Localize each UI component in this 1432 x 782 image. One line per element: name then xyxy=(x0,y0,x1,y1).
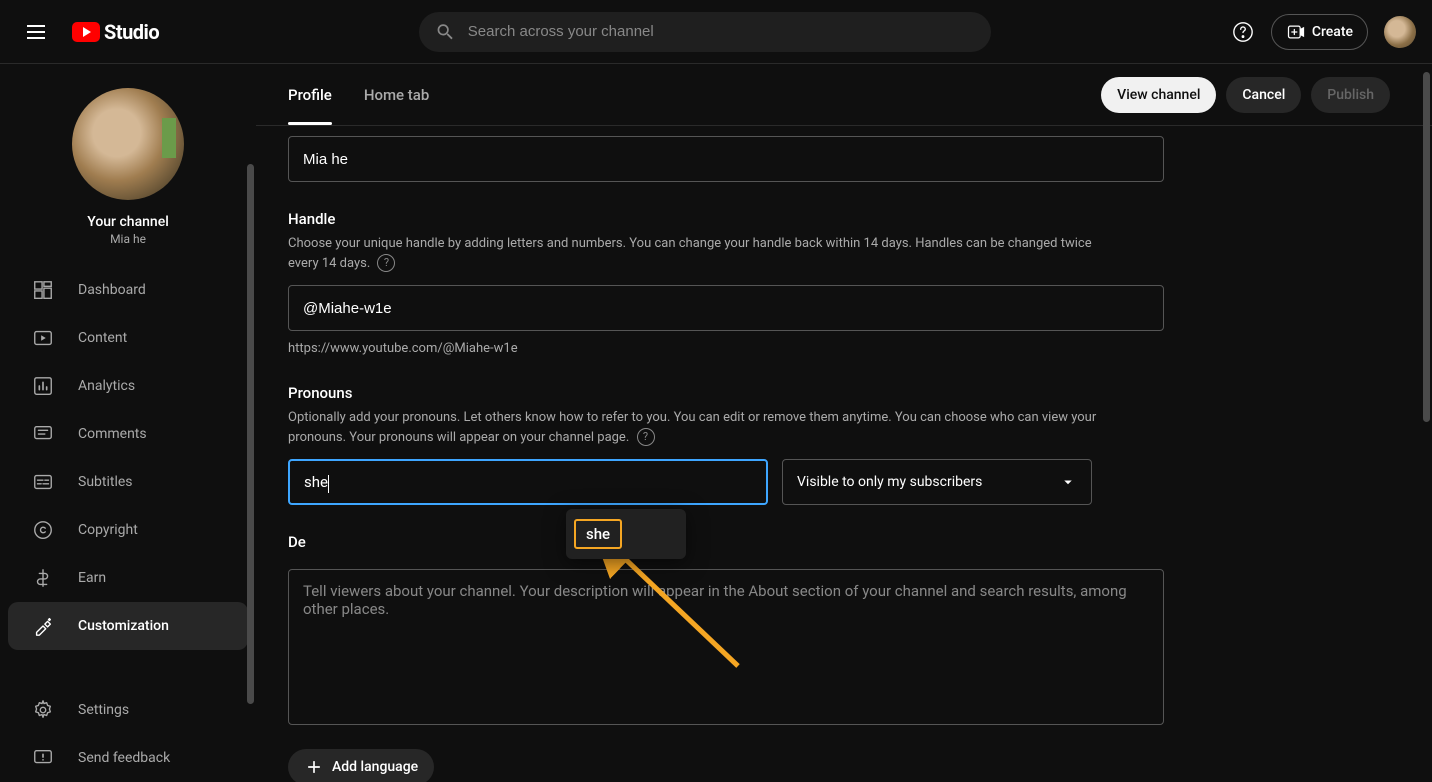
analytics-icon xyxy=(32,375,54,397)
visibility-value: Visible to only my subscribers xyxy=(797,474,982,490)
sidebar-item-analytics[interactable]: Analytics xyxy=(8,362,248,410)
settings-icon xyxy=(32,699,54,721)
avatar[interactable] xyxy=(1384,16,1416,48)
sidebar-item-copyright[interactable]: Copyright xyxy=(8,506,248,554)
help-button[interactable] xyxy=(1223,12,1263,52)
search-input[interactable] xyxy=(468,23,975,40)
your-channel-label: Your channel xyxy=(87,214,169,230)
sidebar-item-comments[interactable]: Comments xyxy=(8,410,248,458)
hamburger-icon xyxy=(27,25,45,39)
plus-icon xyxy=(304,757,324,777)
customization-icon xyxy=(32,615,54,637)
main-content: Profile Home tab View channel Cancel Pub… xyxy=(256,64,1432,782)
nav-label: Customization xyxy=(78,618,169,634)
description-label: De xyxy=(288,533,1124,551)
name-input[interactable] xyxy=(288,136,1164,182)
nav-label: Content xyxy=(78,330,127,346)
youtube-icon xyxy=(72,22,100,42)
pronouns-desc: Optionally add your pronouns. Let others… xyxy=(288,408,1124,447)
tab-profile[interactable]: Profile xyxy=(288,64,332,125)
add-language-button[interactable]: Add language xyxy=(288,749,434,782)
add-language-label: Add language xyxy=(332,759,418,775)
visibility-select[interactable]: Visible to only my subscribers xyxy=(782,459,1092,505)
tab-hometab[interactable]: Home tab xyxy=(364,64,430,125)
create-label: Create xyxy=(1312,24,1353,40)
handle-desc: Choose your unique handle by adding lett… xyxy=(288,234,1124,273)
comments-icon xyxy=(32,423,54,445)
pronouns-label: Pronouns xyxy=(288,384,1124,402)
channel-avatar[interactable] xyxy=(72,88,184,200)
description-textarea[interactable] xyxy=(288,569,1164,725)
nav-label: Comments xyxy=(78,426,147,442)
handle-label: Handle xyxy=(288,210,1124,228)
publish-button: Publish xyxy=(1311,77,1390,113)
sidebar-item-content[interactable]: Content xyxy=(8,314,248,362)
menu-button[interactable] xyxy=(16,12,56,52)
create-icon xyxy=(1286,22,1306,42)
sidebar-item-settings[interactable]: Settings xyxy=(8,686,248,734)
content-icon xyxy=(32,327,54,349)
dropdown-option-she[interactable]: she xyxy=(574,519,622,549)
copyright-icon xyxy=(32,519,54,541)
nav-label: Settings xyxy=(78,702,129,718)
tab-bar: Profile Home tab View channel Cancel Pub… xyxy=(256,64,1432,126)
handle-input[interactable] xyxy=(288,285,1164,331)
pronouns-input[interactable]: she xyxy=(288,459,768,505)
search-icon xyxy=(435,21,456,43)
nav-label: Copyright xyxy=(78,522,138,538)
nav-label: Analytics xyxy=(78,378,135,394)
create-button[interactable]: Create xyxy=(1271,14,1368,50)
channel-name: Mia he xyxy=(110,232,146,246)
pronouns-dropdown: she xyxy=(566,509,686,559)
chevron-down-icon xyxy=(1059,473,1077,491)
dashboard-icon xyxy=(32,279,54,301)
nav-label: Subtitles xyxy=(78,474,133,490)
cancel-button[interactable]: Cancel xyxy=(1226,77,1301,113)
help-icon[interactable]: ? xyxy=(377,254,395,272)
sidebar-item-customization[interactable]: Customization xyxy=(8,602,248,650)
logo[interactable]: Studio xyxy=(72,20,159,44)
tab-actions: View channel Cancel Publish xyxy=(1101,77,1390,113)
sidebar-item-earn[interactable]: Earn xyxy=(8,554,248,602)
feedback-icon xyxy=(32,747,54,769)
earn-icon xyxy=(32,567,54,589)
view-channel-button[interactable]: View channel xyxy=(1101,77,1216,113)
header: Studio Create xyxy=(0,0,1432,64)
subtitles-icon xyxy=(32,471,54,493)
sidebar: Your channel Mia he Dashboard Content An… xyxy=(0,64,256,782)
nav-label: Earn xyxy=(78,570,106,586)
handle-url: https://www.youtube.com/@Miahe-w1e xyxy=(288,341,1124,356)
help-icon xyxy=(1232,21,1254,43)
help-icon[interactable]: ? xyxy=(637,428,655,446)
nav-label: Send feedback xyxy=(78,750,170,766)
sidebar-item-subtitles[interactable]: Subtitles xyxy=(8,458,248,506)
search-container[interactable] xyxy=(419,12,991,52)
sidebar-item-feedback[interactable]: Send feedback xyxy=(8,734,248,782)
nav-label: Dashboard xyxy=(78,282,146,298)
logo-text: Studio xyxy=(104,20,159,44)
header-actions: Create xyxy=(1223,12,1416,52)
sidebar-item-dashboard[interactable]: Dashboard xyxy=(8,266,248,314)
form-area: Handle Choose your unique handle by addi… xyxy=(256,126,1156,782)
channel-info: Your channel Mia he xyxy=(0,80,256,266)
